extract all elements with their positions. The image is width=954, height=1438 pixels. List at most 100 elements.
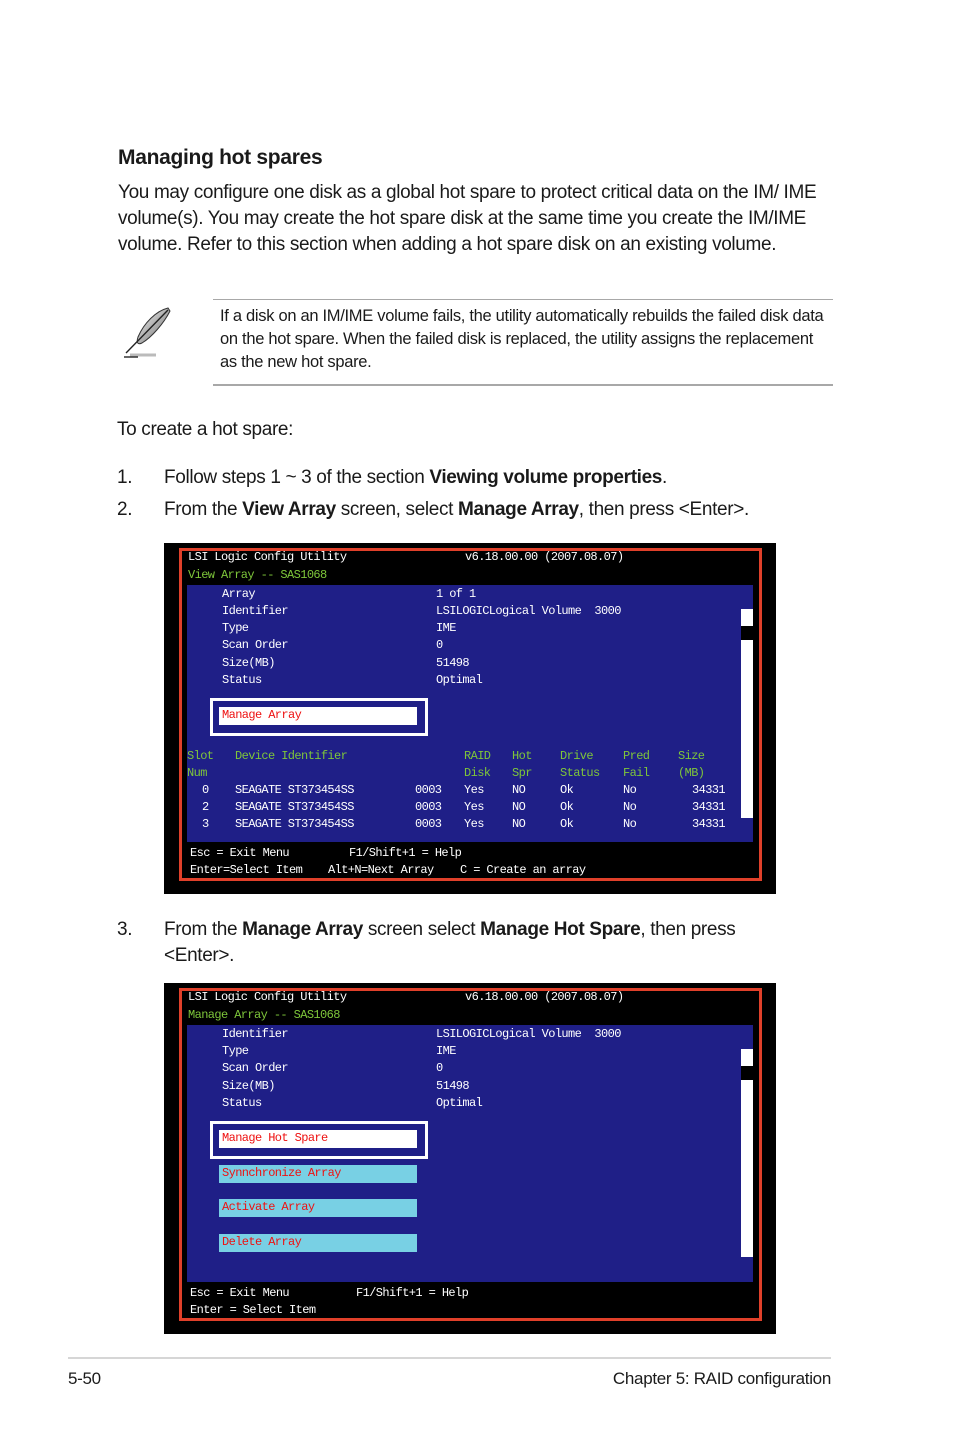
cell-hot-spare: NO bbox=[512, 817, 526, 831]
cell-revision: 0003 bbox=[415, 783, 442, 797]
cell-raid: Yes bbox=[464, 800, 484, 814]
cell-revision: 0003 bbox=[415, 800, 442, 814]
prop-value: 51498 bbox=[436, 656, 470, 670]
prop-value: LSILOGICLogical Volume 3000 bbox=[436, 1027, 621, 1041]
cell-size: 34331 bbox=[692, 783, 726, 797]
cell-size: 34331 bbox=[692, 800, 726, 814]
col-header: RAID bbox=[464, 749, 491, 763]
prop-label: Array bbox=[222, 587, 256, 601]
prop-value: LSILOGICLogical Volume 3000 bbox=[436, 604, 621, 618]
col-header: Slot bbox=[187, 749, 214, 763]
scrollbar-gap bbox=[741, 1066, 753, 1080]
menu-item-activate-array[interactable]: Activate Array bbox=[219, 1199, 417, 1217]
cell-device: SEAGATE ST373454SS bbox=[235, 817, 354, 831]
screenshot-manage-array: LSI Logic Config Utility v6.18.00.00 (20… bbox=[164, 983, 776, 1334]
cell-pred-fail: No bbox=[623, 783, 637, 797]
col-header: Pred bbox=[623, 749, 650, 763]
col-header: Spr bbox=[512, 766, 532, 780]
prop-label: Identifier bbox=[222, 1027, 289, 1041]
scrollbar-thumb[interactable] bbox=[741, 1049, 753, 1066]
prop-value: IME bbox=[436, 1044, 456, 1058]
col-header: Status bbox=[560, 766, 600, 780]
content-panel: Identifier LSILOGICLogical Volume 3000 T… bbox=[187, 1025, 753, 1282]
cell-device: SEAGATE ST373454SS bbox=[235, 783, 354, 797]
cell-device: SEAGATE ST373454SS bbox=[235, 800, 354, 814]
note-text: If a disk on an IM/IME volume fails, the… bbox=[220, 307, 824, 371]
footer-key-esc: Esc = Exit Menu bbox=[190, 1286, 290, 1300]
note-divider-top bbox=[213, 299, 833, 300]
steps-intro: To create a hot spare: bbox=[117, 419, 294, 440]
menu-item-label: Activate Array bbox=[222, 1200, 315, 1214]
page-number: 5-50 bbox=[68, 1369, 101, 1388]
prop-value: IME bbox=[436, 621, 456, 635]
cell-drive-status: Ok bbox=[560, 800, 574, 814]
prop-label: Type bbox=[222, 1044, 249, 1058]
step-number: 1. bbox=[117, 467, 133, 488]
prop-value: 0 bbox=[436, 638, 443, 652]
screenshot-view-array: LSI Logic Config Utility v6.18.00.00 (20… bbox=[164, 543, 776, 894]
cell-revision: 0003 bbox=[415, 817, 442, 831]
scrollbar-track[interactable] bbox=[741, 640, 753, 818]
step-text: Follow steps 1 ~ 3 of the section Viewin… bbox=[164, 467, 667, 488]
step-2: 2. From the View Array screen, select Ma… bbox=[117, 497, 817, 523]
step-1: 1. Follow steps 1 ~ 3 of the section Vie… bbox=[117, 465, 817, 491]
prop-value: 1 of 1 bbox=[436, 587, 476, 601]
step-number: 2. bbox=[117, 499, 133, 520]
menu-item-label: Manage Hot Spare bbox=[222, 1131, 328, 1145]
step-emphasis: Manage Array bbox=[242, 919, 363, 940]
col-header: Drive bbox=[560, 749, 594, 763]
prop-value: Optimal bbox=[436, 1096, 483, 1110]
prop-label: Status bbox=[222, 1096, 262, 1110]
col-header: Hot bbox=[512, 749, 532, 763]
app-title: LSI Logic Config Utility bbox=[188, 550, 347, 564]
col-header: Disk bbox=[464, 766, 491, 780]
chapter-title: Chapter 5: RAID configuration bbox=[612, 1369, 831, 1388]
footer-key-enter: Enter = Select Item bbox=[190, 1303, 316, 1317]
scrollbar-gap bbox=[741, 626, 753, 640]
footer-key-enter: Enter=Select Item bbox=[190, 863, 303, 877]
app-title: LSI Logic Config Utility bbox=[188, 990, 347, 1004]
prop-value: 51498 bbox=[436, 1079, 470, 1093]
step-number: 3. bbox=[117, 919, 133, 940]
step-text: From the View Array screen, select Manag… bbox=[164, 499, 749, 520]
scrollbar-thumb[interactable] bbox=[741, 609, 753, 626]
menu-item-delete-array[interactable]: Delete Array bbox=[219, 1234, 417, 1252]
footer-key-help: F1/Shift+1 = Help bbox=[356, 1286, 469, 1300]
app-version: v6.18.00.00 (2007.08.07) bbox=[465, 550, 624, 564]
prop-label: Status bbox=[222, 673, 262, 687]
footer-divider bbox=[68, 1357, 831, 1359]
prop-label: Size(MB) bbox=[222, 1079, 275, 1093]
cell-slot: 2 bbox=[202, 800, 209, 814]
menu-item-manage-array[interactable]: Manage Array bbox=[219, 707, 417, 725]
cell-size: 34331 bbox=[692, 817, 726, 831]
content-panel: Array 1 of 1 Identifier LSILOGICLogical … bbox=[187, 585, 753, 842]
step-emphasis: Manage Hot Spare bbox=[480, 919, 641, 940]
footer-key-help: F1/Shift+1 = Help bbox=[349, 846, 462, 860]
prop-label: Scan Order bbox=[222, 638, 289, 652]
menu-item-label: Synnchronize Array bbox=[222, 1166, 341, 1180]
cell-pred-fail: No bbox=[623, 800, 637, 814]
col-header: Fail bbox=[623, 766, 650, 780]
prop-label: Type bbox=[222, 621, 249, 635]
menu-item-synchronize-array[interactable]: Synnchronize Array bbox=[219, 1165, 417, 1183]
cell-hot-spare: NO bbox=[512, 800, 526, 814]
step-emphasis: Manage Array bbox=[458, 499, 579, 520]
note-divider-bottom bbox=[213, 384, 833, 386]
prop-label: Size(MB) bbox=[222, 656, 275, 670]
section-heading: Managing hot spares bbox=[118, 146, 323, 169]
prop-label: Identifier bbox=[222, 604, 289, 618]
prop-value: Optimal bbox=[436, 673, 483, 687]
col-header: Num bbox=[187, 766, 207, 780]
col-header: Size bbox=[678, 749, 705, 763]
feather-pen-icon bbox=[116, 305, 174, 361]
cell-slot: 0 bbox=[202, 783, 209, 797]
scrollbar-track[interactable] bbox=[741, 1080, 753, 1257]
step-emphasis: View Array bbox=[242, 499, 336, 520]
menu-item-manage-hot-spare[interactable]: Manage Hot Spare bbox=[219, 1130, 417, 1148]
prop-value: 0 bbox=[436, 1061, 443, 1075]
menu-item-label: Delete Array bbox=[222, 1235, 302, 1249]
screen-subtitle: View Array -- SAS1068 bbox=[188, 568, 327, 582]
screen-subtitle: Manage Array -- SAS1068 bbox=[188, 1008, 340, 1022]
cell-drive-status: Ok bbox=[560, 817, 574, 831]
cell-pred-fail: No bbox=[623, 817, 637, 831]
